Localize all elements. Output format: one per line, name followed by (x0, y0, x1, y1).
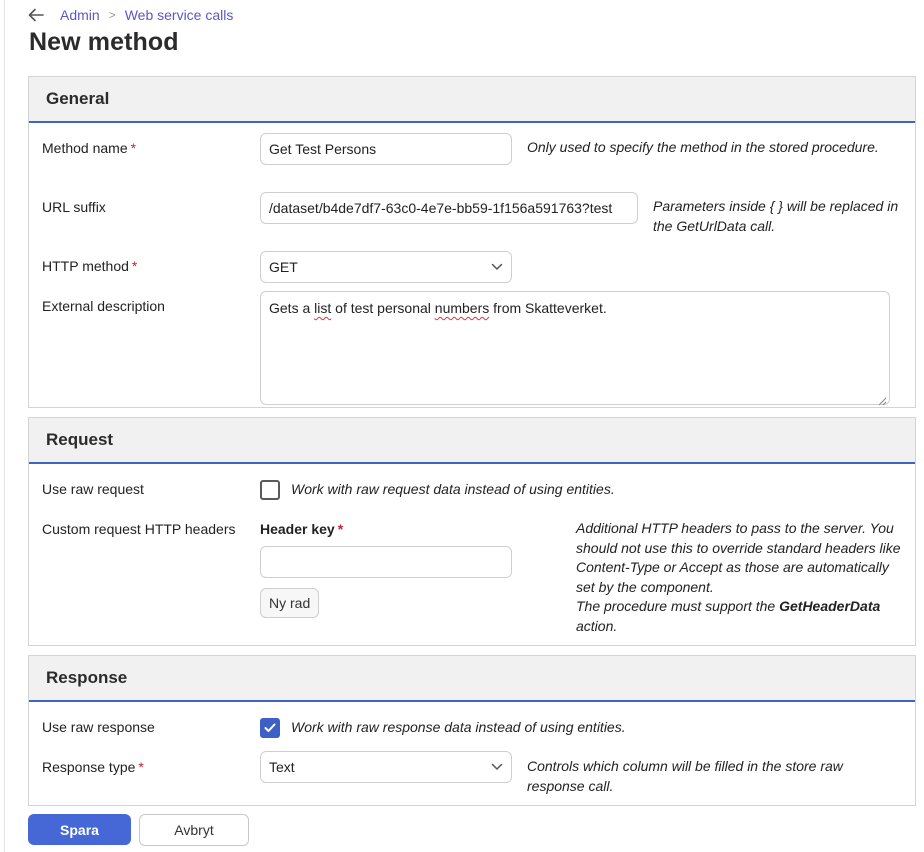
response-type-label: Response type * (42, 759, 144, 775)
http-method-label: HTTP method * (42, 258, 138, 274)
chevron-down-icon (491, 763, 503, 771)
cancel-button[interactable]: Avbryt (139, 814, 249, 846)
response-type-hint: Controls which column will be filled in … (527, 758, 843, 794)
header-key-input[interactable] (260, 546, 512, 578)
use-raw-request-hint: Work with raw request data instead of us… (291, 481, 615, 497)
breadcrumb-web-service-calls-link[interactable]: Web service calls (125, 7, 234, 23)
chevron-down-icon (491, 263, 503, 271)
use-raw-request-label: Use raw request (42, 481, 144, 497)
request-section-header: Request (29, 418, 915, 464)
description-spellcheck-word: numbers (434, 300, 490, 316)
url-suffix-input[interactable] (260, 192, 638, 224)
method-name-label: Method name * (42, 140, 137, 156)
http-method-selected-value: GET (269, 259, 298, 275)
description-spellcheck-word: list (314, 300, 332, 316)
custom-headers-hint-line2: The procedure must support the GetHeader… (576, 598, 881, 634)
external-description-label: External description (42, 298, 165, 314)
http-method-select[interactable]: GET (260, 251, 512, 283)
use-raw-response-label: Use raw response (42, 719, 155, 735)
general-section: General Method name* Only used to specif… (28, 76, 916, 408)
request-section: Request Use raw request Work with raw re… (28, 417, 916, 646)
add-row-button[interactable]: Ny rad (260, 588, 320, 618)
arrow-left-icon[interactable] (28, 6, 46, 24)
url-suffix-hint: Parameters inside { } will be replaced i… (653, 198, 899, 234)
url-suffix-label: URL suffix (42, 199, 106, 215)
description-text-part: of test personal (331, 300, 435, 316)
method-name-input[interactable] (260, 133, 512, 165)
breadcrumb-separator: > (108, 8, 116, 22)
method-name-hint: Only used to specify the method in the s… (527, 139, 879, 155)
response-type-select[interactable]: Text (260, 751, 512, 783)
use-raw-request-checkbox[interactable] (260, 480, 280, 500)
description-text-part: from Skatteverket. (489, 300, 607, 316)
resize-grip-icon[interactable] (878, 393, 887, 406)
save-button[interactable]: Spara (28, 814, 131, 845)
response-type-selected-value: Text (269, 759, 295, 775)
custom-headers-hint: Additional HTTP headers to pass to the s… (576, 519, 906, 636)
page-title: New method (29, 28, 179, 56)
checkmark-icon (264, 720, 276, 736)
breadcrumb: Admin > Web service calls (28, 5, 233, 25)
external-description-textarea[interactable]: Gets a list of test personal numbers fro… (260, 291, 890, 406)
header-key-label: Header key * (260, 521, 344, 537)
breadcrumb-admin-link[interactable]: Admin (60, 7, 100, 23)
response-section-header: Response (29, 656, 915, 702)
general-section-header: General (29, 77, 915, 123)
use-raw-response-hint: Work with raw response data instead of u… (291, 719, 626, 735)
custom-headers-hint-line1: Additional HTTP headers to pass to the s… (576, 520, 901, 595)
left-border (4, 0, 5, 852)
custom-headers-label: Custom request HTTP headers (42, 521, 236, 537)
response-section: Response Use raw response Work with raw … (28, 655, 916, 806)
description-text-part: Gets a (269, 300, 315, 316)
use-raw-response-checkbox[interactable] (260, 718, 280, 738)
